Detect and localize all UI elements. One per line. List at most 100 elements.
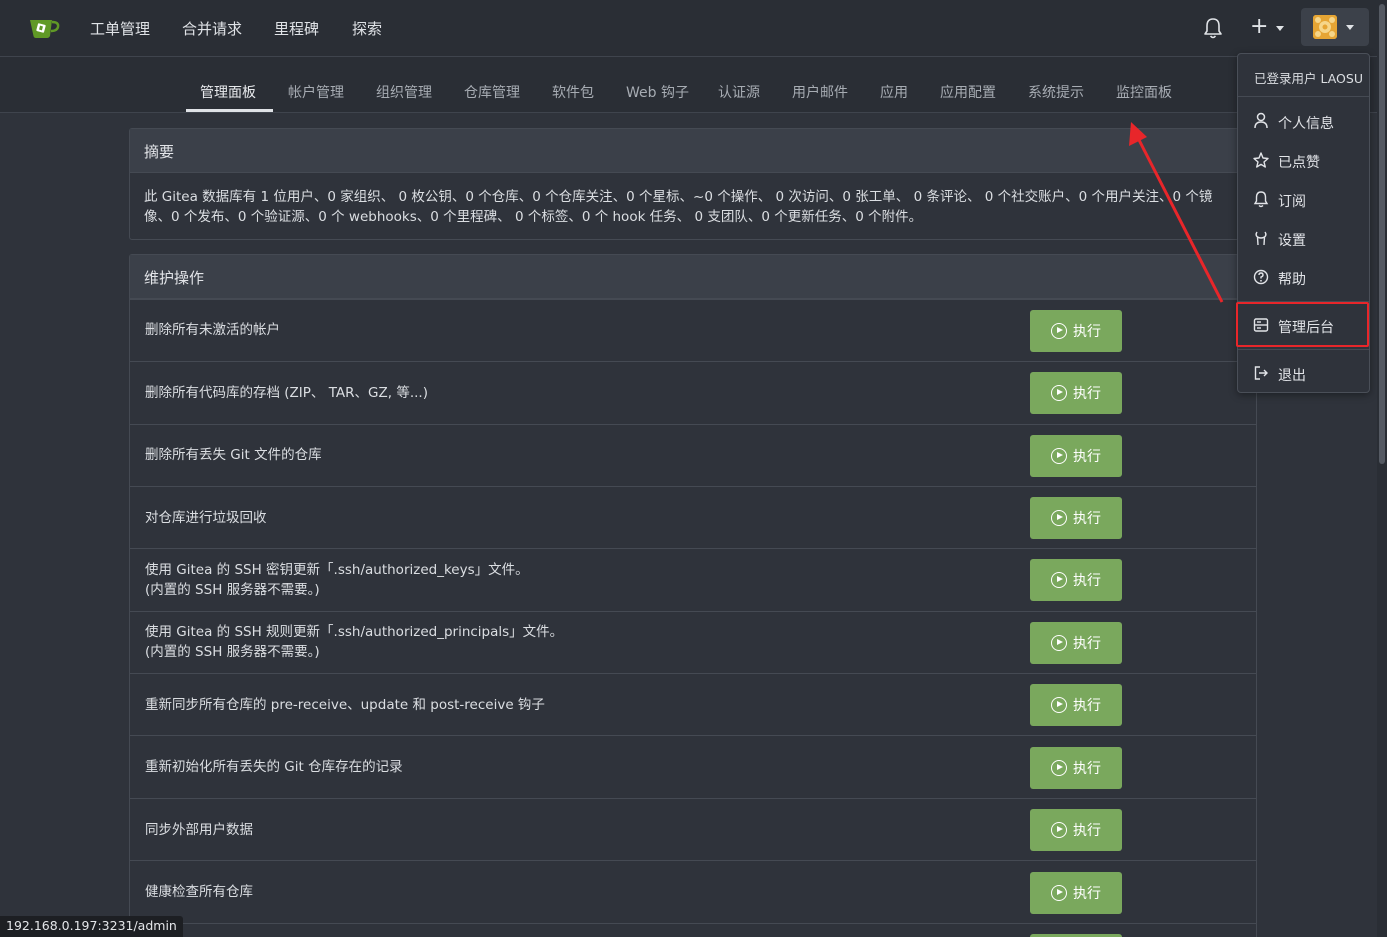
menu-item-starred[interactable]: 已点赞 [1238, 143, 1369, 179]
create-caret-icon[interactable] [1276, 26, 1284, 31]
menu-divider [1238, 349, 1369, 350]
play-circle-icon [1051, 448, 1067, 464]
menu-item-help[interactable]: 帮助 [1238, 260, 1369, 296]
star-icon [1253, 152, 1269, 168]
play-circle-icon [1051, 697, 1067, 713]
menu-item-subscriptions[interactable]: 订阅 [1238, 182, 1369, 218]
tab-webhooks[interactable]: Web 钩子 [626, 82, 689, 102]
tab-dashboard[interactable]: 管理面板 [200, 82, 256, 102]
operation-label: 同步外部用户数据 [145, 822, 253, 838]
operation-label-line2: (内置的 SSH 服务器不需要。) [145, 582, 320, 598]
maintenance-row: 重新初始化所有丢失的 Git 仓库存在的记录 执行 [130, 735, 1256, 798]
maintenance-row: 使用 Gitea 的 SSH 规则更新「.ssh/authorized_prin… [130, 611, 1256, 673]
execute-label: 执行 [1073, 511, 1101, 527]
nav-milestones[interactable]: 里程碑 [274, 18, 319, 39]
play-circle-icon [1051, 635, 1067, 651]
play-circle-icon [1051, 885, 1067, 901]
create-new-plus-icon[interactable]: + [1250, 14, 1268, 39]
operation-label: 重新初始化所有丢失的 Git 仓库存在的记录 [145, 759, 403, 775]
menu-item-settings[interactable]: 设置 [1238, 221, 1369, 257]
execute-label: 执行 [1073, 573, 1101, 589]
tab-notices[interactable]: 系统提示 [1028, 82, 1084, 102]
execute-label: 执行 [1073, 698, 1101, 714]
menu-item-profile[interactable]: 个人信息 [1238, 104, 1369, 140]
maintenance-row: 删除所有代码库的存档 (ZIP、 TAR、GZ, 等...) 执行 [130, 361, 1256, 424]
execute-button[interactable]: 执行 [1030, 872, 1122, 914]
execute-button[interactable]: 执行 [1030, 747, 1122, 789]
operation-label: 健康检查所有仓库 [145, 884, 253, 900]
execute-button[interactable]: 执行 [1030, 684, 1122, 726]
tab-applications[interactable]: 应用 [880, 82, 908, 102]
play-circle-icon [1051, 323, 1067, 339]
execute-button[interactable]: 执行 [1030, 497, 1122, 539]
operation-label-line1: 使用 Gitea 的 SSH 规则更新「.ssh/authorized_prin… [145, 624, 564, 640]
maintenance-row: 对仓库进行垃圾回收 执行 [130, 486, 1256, 548]
user-menu-button[interactable] [1301, 8, 1369, 46]
tab-repositories[interactable]: 仓库管理 [464, 82, 520, 102]
nav-explore[interactable]: 探索 [352, 18, 382, 39]
menu-item-label: 帮助 [1278, 272, 1306, 288]
execute-label: 执行 [1073, 386, 1101, 402]
maintenance-row: 删除所有丢失 Git 文件的仓库 执行 [130, 424, 1256, 486]
execute-button[interactable]: 执行 [1030, 372, 1122, 414]
play-circle-icon [1051, 572, 1067, 588]
bell-icon [1253, 191, 1269, 208]
operation-label: 对仓库进行垃圾回收 [145, 510, 267, 526]
maintenance-row [130, 923, 1256, 937]
menu-item-label: 设置 [1278, 233, 1306, 249]
nav-pull-requests[interactable]: 合并请求 [182, 18, 242, 39]
signed-in-as: 已登录用户 LAOSU [1238, 54, 1369, 97]
site-admin-highlight [1236, 302, 1369, 347]
avatar [1313, 15, 1337, 39]
execute-label: 执行 [1073, 886, 1101, 902]
tab-config[interactable]: 应用配置 [940, 82, 996, 102]
tab-packages[interactable]: 软件包 [552, 82, 594, 102]
execute-label: 执行 [1073, 636, 1101, 652]
execute-button[interactable]: 执行 [1030, 435, 1122, 477]
execute-button[interactable]: 执行 [1030, 559, 1122, 601]
tab-accounts[interactable]: 帐户管理 [288, 82, 344, 102]
summary-text-line1: 此 Gitea 数据库有 1 位用户、0 家组织、 0 枚公钥、0 个仓库、0 … [144, 189, 1213, 205]
operation-label: 重新同步所有仓库的 pre-receive、update 和 post-rece… [145, 697, 545, 713]
play-circle-icon [1051, 822, 1067, 838]
execute-label: 执行 [1073, 823, 1101, 839]
question-circle-icon [1253, 269, 1269, 285]
execute-label: 执行 [1073, 449, 1101, 465]
play-circle-icon [1051, 385, 1067, 401]
sign-out-icon [1254, 366, 1268, 380]
top-navbar: 工单管理 合并请求 里程碑 探索 + [0, 0, 1387, 57]
operation-label: 删除所有未激活的帐户 [145, 322, 280, 338]
execute-button[interactable]: 执行 [1030, 310, 1122, 352]
operation-label-line2: (内置的 SSH 服务器不需要。) [145, 644, 320, 660]
menu-item-sign-out[interactable]: 退出 [1238, 356, 1369, 392]
summary-text: 此 Gitea 数据库有 1 位用户、0 家组织、 0 枚公钥、0 个仓库、0 … [130, 173, 1256, 241]
maintenance-title: 维护操作 [130, 255, 1256, 299]
execute-label: 执行 [1073, 761, 1101, 777]
nav-issues[interactable]: 工单管理 [90, 18, 150, 39]
operation-label: 使用 Gitea 的 SSH 密钥更新「.ssh/authorized_keys… [145, 560, 529, 600]
tab-monitor[interactable]: 监控面板 [1116, 82, 1172, 102]
operation-label: 删除所有丢失 Git 文件的仓库 [145, 447, 322, 463]
active-tab-indicator [186, 109, 273, 112]
link-status-bar: 192.168.0.197:3231/admin [0, 916, 183, 937]
notification-bell-icon[interactable] [1203, 17, 1223, 39]
maintenance-row: 重新同步所有仓库的 pre-receive、update 和 post-rece… [130, 673, 1256, 735]
execute-button[interactable]: 执行 [1030, 809, 1122, 851]
user-caret-icon [1346, 25, 1354, 30]
gitea-logo-icon[interactable] [28, 14, 60, 40]
tab-auth-sources[interactable]: 认证源 [718, 82, 760, 102]
operation-label: 使用 Gitea 的 SSH 规则更新「.ssh/authorized_prin… [145, 622, 563, 662]
play-circle-icon [1051, 760, 1067, 776]
page-scrollbar[interactable] [1377, 0, 1387, 937]
summary-text-line2: 像、0 个发布、0 个验证源、0 个 webhooks、0 个里程碑、 0 个标… [144, 209, 923, 225]
wrench-icon [1255, 231, 1267, 246]
tab-user-emails[interactable]: 用户邮件 [792, 82, 848, 102]
summary-title: 摘要 [130, 129, 1256, 173]
operation-label: 删除所有代码库的存档 (ZIP、 TAR、GZ, 等...) [145, 385, 428, 401]
menu-item-label: 个人信息 [1278, 116, 1334, 132]
scrollbar-thumb[interactable] [1379, 4, 1385, 464]
execute-button[interactable]: 执行 [1030, 622, 1122, 664]
summary-panel: 摘要 此 Gitea 数据库有 1 位用户、0 家组织、 0 枚公钥、0 个仓库… [129, 128, 1257, 240]
tab-organizations[interactable]: 组织管理 [376, 82, 432, 102]
menu-item-label: 退出 [1278, 368, 1306, 384]
